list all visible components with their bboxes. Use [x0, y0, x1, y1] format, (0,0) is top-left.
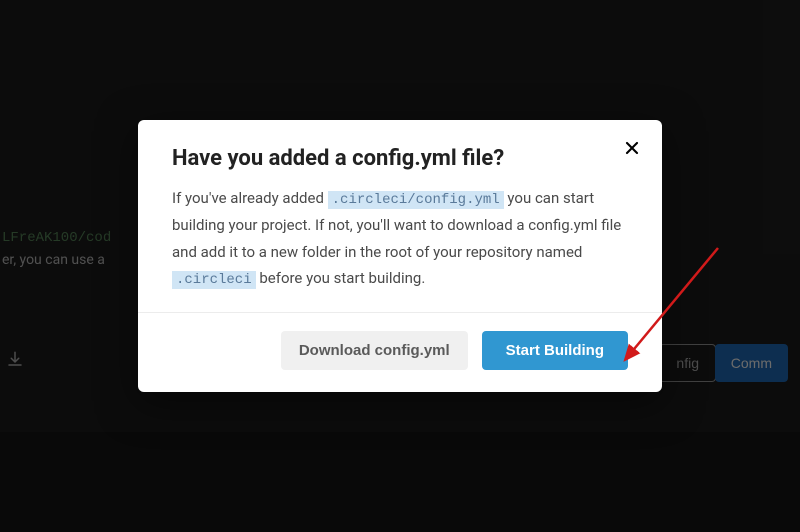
close-button[interactable] [622, 138, 642, 162]
modal-title: Have you added a config.yml file? [172, 146, 628, 171]
modal-footer: Download config.yml Start Building [138, 312, 662, 392]
modal-description: If you've already added .circleci/config… [172, 185, 628, 293]
modal-overlay: Have you added a config.yml file? If you… [0, 0, 800, 532]
close-icon [622, 138, 642, 158]
config-prompt-modal: Have you added a config.yml file? If you… [138, 120, 662, 393]
code-path-1: .circleci/config.yml [328, 191, 504, 209]
start-building-button[interactable]: Start Building [482, 331, 628, 370]
code-path-2: .circleci [172, 271, 256, 289]
download-config-button[interactable]: Download config.yml [281, 331, 468, 370]
